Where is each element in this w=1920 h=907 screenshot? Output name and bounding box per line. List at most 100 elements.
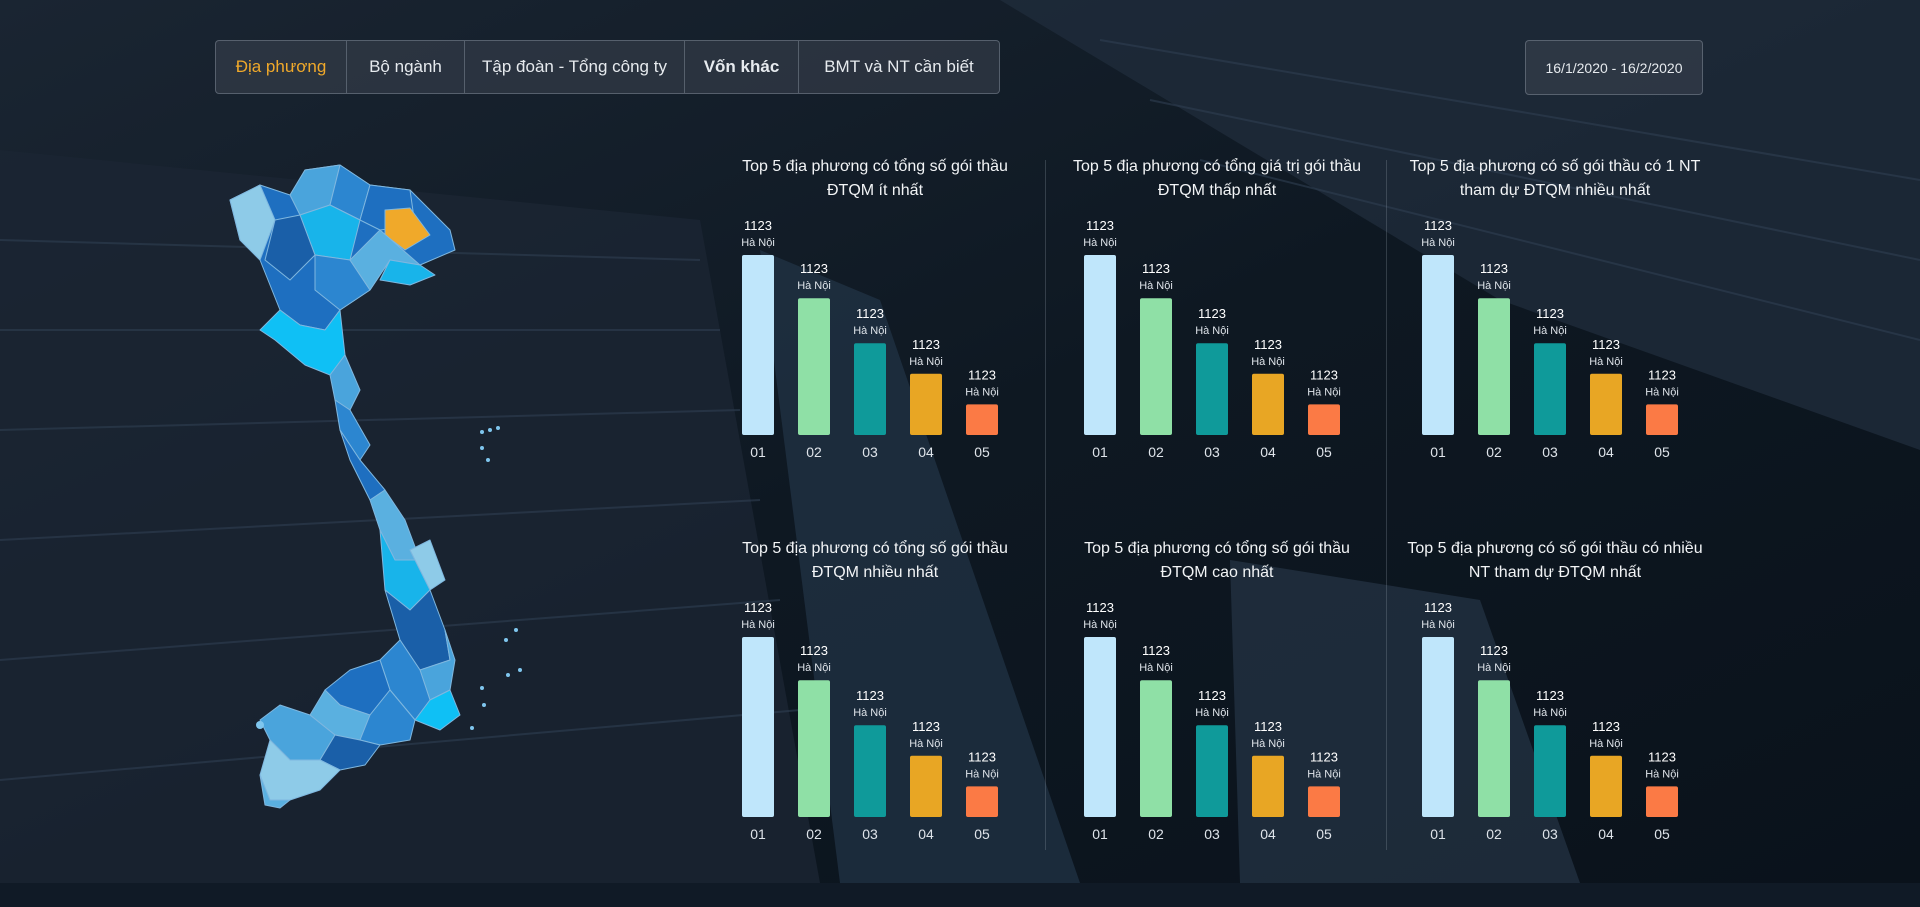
bar-02[interactable] — [798, 298, 830, 435]
chart-title: Top 5 địa phương có tổng số gói thầu ĐTQ… — [1084, 540, 1350, 581]
x-tick-label: 01 — [1430, 444, 1446, 460]
bar-02[interactable] — [1140, 680, 1172, 817]
chart-panel-2: Top 5 địa phương có tổng giá trị gói thầ… — [1067, 155, 1367, 525]
bar-value-label: 1123 — [1254, 337, 1282, 352]
bar-chart: 1123 Hà Nội 01 1123 Hà Nội 02 1123 Hà Nội 03 1123… — [1421, 218, 1679, 460]
bar-region-label: Hà Nội — [1421, 237, 1455, 249]
date-range-picker[interactable]: 16/1/2020 - 16/2/2020 — [1525, 40, 1703, 95]
column-divider — [1045, 160, 1046, 850]
bar-value-label: 1123 — [1592, 719, 1620, 734]
bar-region-label: Hà Nội — [965, 768, 999, 780]
bar-value-label: 1123 — [1480, 643, 1508, 658]
bar-04[interactable] — [910, 755, 942, 817]
bar-region-label: Hà Nội — [853, 325, 887, 337]
x-tick-label: 02 — [1148, 826, 1164, 842]
bar-value-label: 1123 — [1142, 643, 1170, 658]
bar-region-label: Hà Nội — [1083, 619, 1117, 631]
bar-region-label: Hà Nội — [1421, 619, 1455, 631]
bar-04[interactable] — [910, 373, 942, 435]
bar-region-label: Hà Nội — [1645, 768, 1679, 780]
x-tick-label: 02 — [806, 826, 822, 842]
tab-bo-nganh[interactable]: Bộ ngành — [347, 41, 465, 93]
bar-value-label: 1123 — [1648, 749, 1676, 764]
bar-value-label: 1123 — [912, 719, 940, 734]
bar-value-label: 1123 — [1086, 600, 1114, 615]
bar-03[interactable] — [854, 343, 886, 435]
bar-region-label: Hà Nội — [853, 707, 887, 719]
bar-value-label: 1123 — [1536, 688, 1564, 703]
bar-value-label: 1123 — [744, 218, 772, 233]
bar-03[interactable] — [1534, 725, 1566, 817]
bar-02[interactable] — [798, 680, 830, 817]
bar-02[interactable] — [1140, 298, 1172, 435]
x-tick-label: 02 — [1148, 444, 1164, 460]
x-tick-label: 03 — [1542, 444, 1558, 460]
x-tick-label: 02 — [1486, 444, 1502, 460]
bar-01[interactable] — [1084, 637, 1116, 817]
bar-region-label: Hà Nội — [1251, 738, 1285, 750]
bar-03[interactable] — [854, 725, 886, 817]
x-tick-label: 02 — [806, 444, 822, 460]
bar-value-label: 1123 — [1086, 218, 1114, 233]
bar-region-label: Hà Nội — [1477, 280, 1511, 292]
bar-value-label: 1123 — [912, 337, 940, 352]
bar-region-label: Hà Nội — [1477, 662, 1511, 674]
bar-value-label: 1123 — [856, 688, 884, 703]
x-tick-label: 03 — [1542, 826, 1558, 842]
bar-05[interactable] — [1308, 786, 1340, 817]
bar-region-label: Hà Nội — [1139, 280, 1173, 292]
bar-05[interactable] — [966, 786, 998, 817]
bar-04[interactable] — [1590, 373, 1622, 435]
bar-05[interactable] — [966, 404, 998, 435]
x-tick-label: 05 — [1316, 826, 1332, 842]
bar-value-label: 1123 — [1310, 367, 1338, 382]
tab-von-khac[interactable]: Vốn khác — [685, 41, 799, 93]
tab-dia-phuong[interactable]: Địa phương — [216, 41, 347, 93]
bar-03[interactable] — [1534, 343, 1566, 435]
x-tick-label: 03 — [862, 444, 878, 460]
x-tick-label: 04 — [1598, 826, 1614, 842]
bar-value-label: 1123 — [1142, 261, 1170, 276]
bar-region-label: Hà Nội — [1307, 386, 1341, 398]
bar-chart: 1123 Hà Nội 01 1123 Hà Nội 02 1123 Hà Nội 03 1123… — [1083, 600, 1341, 842]
chart-panel-1: Top 5 địa phương có tổng số gói thầu ĐTQ… — [725, 155, 1025, 525]
bar-value-label: 1123 — [800, 643, 828, 658]
x-tick-label: 04 — [1260, 444, 1276, 460]
bar-region-label: Hà Nội — [1589, 356, 1623, 368]
bar-region-label: Hà Nội — [1645, 386, 1679, 398]
x-tick-label: 05 — [1316, 444, 1332, 460]
bar-03[interactable] — [1196, 725, 1228, 817]
bar-region-label: Hà Nội — [965, 386, 999, 398]
bar-01[interactable] — [1422, 637, 1454, 817]
bar-04[interactable] — [1252, 373, 1284, 435]
bar-value-label: 1123 — [1424, 600, 1452, 615]
bar-01[interactable] — [742, 637, 774, 817]
bar-02[interactable] — [1478, 680, 1510, 817]
tab-tap-doan[interactable]: Tập đoàn - Tổng công ty — [465, 41, 685, 93]
x-tick-label: 01 — [1092, 444, 1108, 460]
bar-05[interactable] — [1646, 404, 1678, 435]
bar-region-label: Hà Nội — [1195, 325, 1229, 337]
bar-value-label: 1123 — [1198, 688, 1226, 703]
bar-01[interactable] — [742, 255, 774, 435]
x-tick-label: 02 — [1486, 826, 1502, 842]
vietnam-map — [229, 164, 522, 809]
tab-bmt-nt[interactable]: BMT và NT cần biết — [799, 41, 999, 93]
bar-02[interactable] — [1478, 298, 1510, 435]
chart-panel-5: Top 5 địa phương có tổng số gói thầu ĐTQ… — [1067, 537, 1367, 907]
x-tick-label: 05 — [974, 444, 990, 460]
bar-chart: 1123 Hà Nội 01 1123 Hà Nội 02 1123 Hà Nội 03 1123… — [741, 218, 999, 460]
bar-01[interactable] — [1084, 255, 1116, 435]
bar-04[interactable] — [1252, 755, 1284, 817]
bar-region-label: Hà Nội — [1307, 768, 1341, 780]
bar-value-label: 1123 — [1648, 367, 1676, 382]
x-tick-label: 05 — [1654, 826, 1670, 842]
bar-05[interactable] — [1308, 404, 1340, 435]
bar-01[interactable] — [1422, 255, 1454, 435]
x-tick-label: 05 — [974, 826, 990, 842]
bar-05[interactable] — [1646, 786, 1678, 817]
bar-value-label: 1123 — [1254, 719, 1282, 734]
bar-04[interactable] — [1590, 755, 1622, 817]
bar-value-label: 1123 — [856, 306, 884, 321]
bar-03[interactable] — [1196, 343, 1228, 435]
